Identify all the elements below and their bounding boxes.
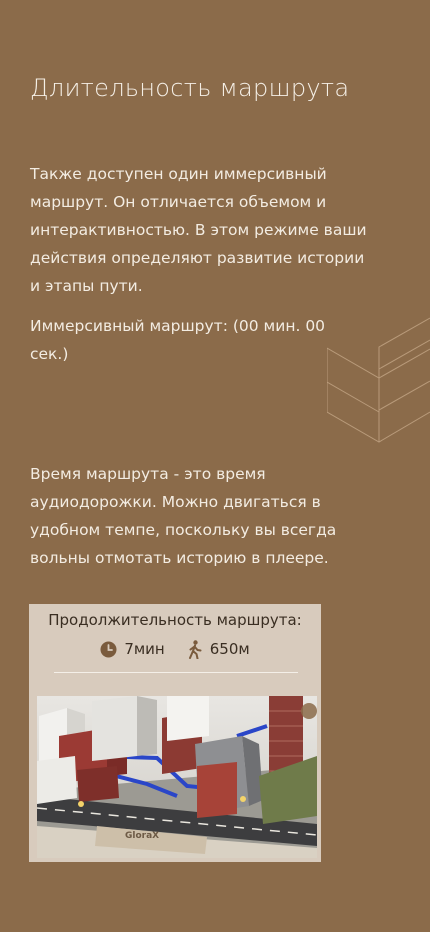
distance-value: 650м	[209, 640, 250, 658]
walking-person-icon	[188, 639, 202, 659]
decorative-chevron-lines	[327, 317, 430, 443]
route-summary-card: Продолжительность маршрута: 7мин 650м Gl…	[29, 604, 321, 862]
duration-stat: 7мин	[100, 638, 165, 660]
immersive-duration-label: Иммерсивный маршрут: (00 мин. 00 сек.)	[30, 317, 326, 363]
time-note-paragraph: Время маршрута - это время аудиодорожки.…	[30, 465, 337, 567]
clock-icon	[100, 641, 117, 657]
card-title: Продолжительность маршрута:	[48, 611, 302, 629]
city-model-image[interactable]: GloraX	[37, 696, 317, 858]
duration-value: 7мин	[124, 640, 165, 658]
route-stats: 7мин 650м	[29, 638, 321, 660]
distance-stat: 650м	[187, 638, 250, 660]
section-title: Длительность маршрута	[30, 74, 350, 102]
card-divider	[54, 672, 298, 673]
svg-text:GloraX: GloraX	[125, 831, 159, 841]
intro-paragraph: Также доступен один иммерсивный маршрут.…	[30, 165, 367, 295]
